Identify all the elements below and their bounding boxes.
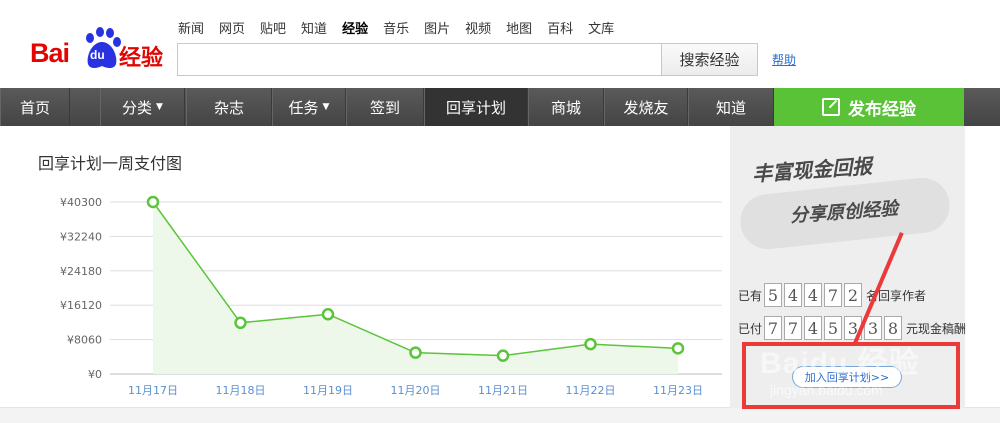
- x-tick-label: 11月19日: [303, 384, 353, 397]
- nav-item-label: 任务: [288, 98, 319, 117]
- nav-item-checkin[interactable]: 签到: [346, 88, 424, 126]
- x-tick-label: 11月18日: [216, 384, 266, 397]
- data-point: [584, 337, 597, 351]
- data-point: [234, 316, 247, 330]
- data-point: [146, 195, 160, 209]
- nav-item-magazine[interactable]: 杂志: [186, 88, 272, 126]
- counter-digit: 4: [804, 283, 823, 307]
- nav-item-label: 发烧友: [623, 98, 669, 117]
- topnav-item-baike[interactable]: 百科: [547, 18, 573, 37]
- topnav-item-video[interactable]: 视频: [465, 18, 491, 37]
- help-link[interactable]: 帮助: [772, 51, 796, 68]
- y-tick-label: ¥0: [88, 368, 102, 381]
- x-tick-label: 11月22日: [566, 384, 616, 397]
- counter-digit: 5: [764, 283, 783, 307]
- logo-bai-text: Bai: [30, 38, 70, 68]
- topnav-item-news[interactable]: 新闻: [178, 18, 204, 37]
- nav-item-zhidao[interactable]: 知道: [688, 88, 774, 126]
- watermark-url: jingyan.baidu.com: [770, 382, 883, 398]
- publish-button[interactable]: 发布经验: [774, 88, 964, 126]
- data-point: [321, 307, 335, 321]
- top-nav: 新闻 网页 贴吧 知道 经验 音乐 图片 视频 地图 百科 文库: [178, 18, 629, 37]
- nav-item-category[interactable]: 分类 ▼: [100, 88, 185, 126]
- topnav-item-jingyan[interactable]: 经验: [342, 18, 368, 37]
- topnav-item-images[interactable]: 图片: [424, 18, 450, 37]
- chevron-down-icon: ▼: [156, 102, 163, 112]
- y-tick-label: ¥8060: [67, 334, 102, 347]
- x-tick-label: 11月21日: [478, 384, 528, 397]
- counter-digit: 7: [764, 316, 783, 340]
- data-point: [409, 346, 422, 359]
- payment-chart: ¥0 ¥8060 ¥16120 ¥24180 ¥32240 ¥40300 11月17日 11月…: [60, 195, 722, 397]
- logo-du-text: du: [90, 48, 105, 62]
- nav-item-label: 知道: [715, 98, 746, 117]
- nav-item-label: 回享计划: [445, 98, 506, 117]
- footer-bar: [0, 407, 1000, 423]
- y-tick-label: ¥40300: [60, 196, 102, 209]
- counter-digit: 8: [884, 316, 903, 340]
- counter-digit: 4: [804, 316, 823, 340]
- nav-item-mall[interactable]: 商城: [528, 88, 604, 126]
- nav-item-home[interactable]: 首页: [0, 88, 70, 126]
- counter-digit: 5: [824, 316, 843, 340]
- y-tick-label: ¥32240: [60, 230, 102, 243]
- data-point: [496, 349, 510, 362]
- y-tick-label: ¥16120: [60, 299, 102, 312]
- topnav-item-tieba[interactable]: 贴吧: [260, 18, 286, 37]
- topnav-item-zhidao[interactable]: 知道: [301, 18, 327, 37]
- data-point: [671, 342, 685, 355]
- topnav-item-map[interactable]: 地图: [506, 18, 532, 37]
- topnav-item-music[interactable]: 音乐: [383, 18, 409, 37]
- counter-digit: 4: [784, 283, 803, 307]
- nav-item-fans[interactable]: 发烧友: [604, 88, 688, 126]
- x-tick-label: 11月17日: [128, 384, 178, 397]
- search-input[interactable]: [177, 43, 662, 76]
- counter-digit: 2: [844, 283, 863, 307]
- authors-counter: 已有 5 4 4 7 2 名回享作者: [736, 283, 928, 307]
- nav-item-label: 分类: [122, 98, 153, 117]
- baidu-jingyan-logo[interactable]: Bai du 经验: [30, 26, 170, 74]
- counter-digit: 7: [784, 316, 803, 340]
- nav-item-share-plan[interactable]: 回享计划: [424, 88, 528, 126]
- search-button[interactable]: 搜索经验: [662, 43, 758, 76]
- paid-prefix: 已付: [738, 321, 763, 336]
- topnav-item-wenku[interactable]: 文库: [588, 18, 614, 37]
- chart-title: 回享计划一周支付图: [38, 154, 183, 173]
- chevron-down-icon: ▼: [322, 102, 330, 112]
- paid-suffix: 元现金稿酬: [906, 321, 967, 336]
- nav-item-label: 杂志: [213, 98, 244, 117]
- paid-counter: 已付 7 7 4 5 3 3 8 元现金稿酬: [736, 316, 968, 340]
- slogan-line-1: 丰富现金回报: [751, 153, 873, 187]
- nav-item-label: 商城: [550, 98, 581, 117]
- nav-item-label: 首页: [19, 98, 50, 117]
- baidu-jingyan-watermark: Baidu 经验: [760, 347, 920, 380]
- topnav-item-web[interactable]: 网页: [219, 18, 245, 37]
- nav-item-label: 签到: [369, 98, 400, 117]
- nav-item-tasks[interactable]: 任务 ▼: [272, 88, 346, 126]
- header: Bai du 经验 新闻 网页 贴吧 知道 经验 音乐 图片 视频 地图 百科 …: [0, 0, 1000, 88]
- main-nav: 首页 分类 ▼ 杂志 任务 ▼ 签到 回享计划 商城 发烧友 知道 发布经验: [0, 88, 1000, 126]
- authors-prefix: 已有: [738, 288, 763, 303]
- logo-product-text: 经验: [119, 46, 164, 71]
- edit-icon: [822, 98, 840, 116]
- publish-button-label: 发布经验: [848, 99, 916, 120]
- counter-digit: 7: [824, 283, 843, 307]
- y-tick-label: ¥24180: [60, 265, 102, 278]
- x-tick-label: 11月20日: [391, 384, 441, 397]
- x-tick-label: 11月23日: [653, 384, 703, 397]
